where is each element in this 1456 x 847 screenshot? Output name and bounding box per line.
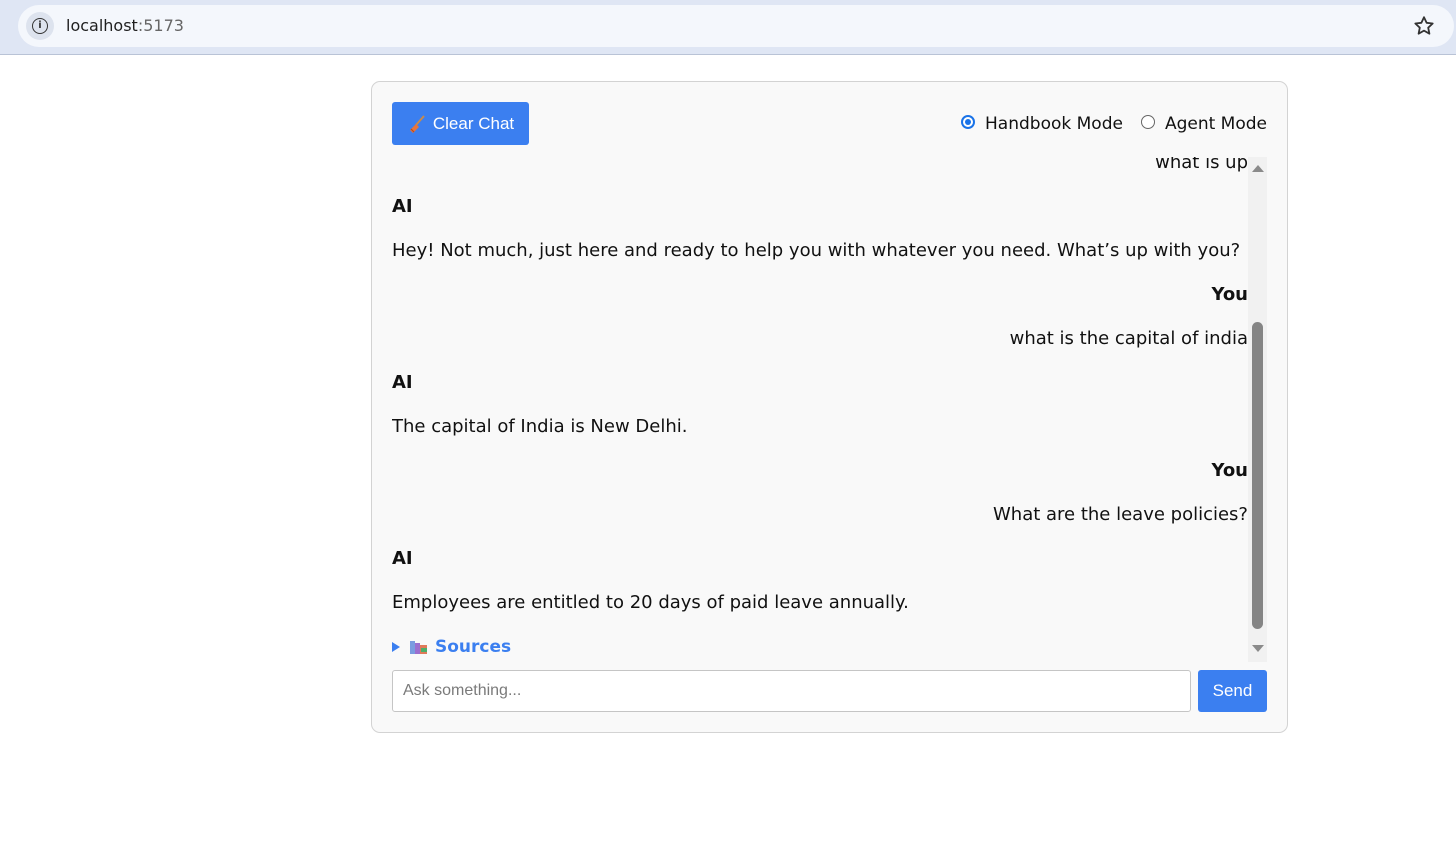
handbook-mode-radio[interactable] xyxy=(961,115,976,129)
broom-icon xyxy=(409,114,425,133)
url-port: :5173 xyxy=(137,16,184,35)
bookmark-star-icon[interactable] xyxy=(1412,14,1436,38)
mode-selector: Handbook Mode Agent Mode xyxy=(961,113,1267,135)
url-host: localhost xyxy=(66,16,138,35)
address-bar[interactable]: i localhost:5173 xyxy=(18,5,1454,47)
ask-input[interactable] xyxy=(392,670,1191,712)
url-text[interactable]: localhost:5173 xyxy=(66,16,184,35)
user-sender-label: You xyxy=(1211,460,1248,481)
user-sender-label: You xyxy=(1211,284,1248,305)
user-message-text: What are the leave policies? xyxy=(992,504,1248,525)
user-message-text: what is up xyxy=(1155,157,1248,173)
agent-mode-label: Agent Mode xyxy=(1164,114,1267,134)
message-list[interactable]: what is up AI Hey! Not much, just here a… xyxy=(392,157,1267,662)
scroll-down-arrow-icon[interactable] xyxy=(1252,645,1264,652)
ai-sender-label: AI xyxy=(392,548,413,569)
ai-sender-label: AI xyxy=(392,196,413,217)
chat-panel: Clear Chat Handbook Mode Agent Mode what… xyxy=(371,81,1288,733)
agent-mode-option[interactable]: Agent Mode xyxy=(1140,114,1267,134)
books-icon xyxy=(410,641,427,654)
handbook-mode-label: Handbook Mode xyxy=(985,114,1123,134)
browser-toolbar: i localhost:5173 xyxy=(0,0,1456,55)
user-message-text: what is the capital of india xyxy=(1009,328,1248,349)
disclosure-triangle-icon[interactable] xyxy=(392,642,400,652)
scroll-thumb[interactable] xyxy=(1252,322,1263,629)
ai-message-text: Hey! Not much, just here and ready to he… xyxy=(392,240,1241,261)
scroll-up-arrow-icon[interactable] xyxy=(1252,165,1264,172)
ai-message-text: Employees are entitled to 20 days of pai… xyxy=(392,592,909,613)
site-info-icon[interactable]: i xyxy=(26,12,54,40)
ai-message-text: The capital of India is New Delhi. xyxy=(392,416,688,437)
clear-chat-button[interactable]: Clear Chat xyxy=(392,102,529,145)
send-button[interactable]: Send xyxy=(1198,670,1267,712)
sources-label: Sources xyxy=(435,637,512,657)
clear-chat-label: Clear Chat xyxy=(432,113,515,133)
message-scrollbar[interactable] xyxy=(1248,157,1267,662)
ai-sender-label: AI xyxy=(392,372,413,393)
agent-mode-radio[interactable] xyxy=(1140,115,1155,129)
sources-disclosure[interactable]: Sources xyxy=(392,636,511,658)
handbook-mode-option[interactable]: Handbook Mode xyxy=(961,114,1123,134)
